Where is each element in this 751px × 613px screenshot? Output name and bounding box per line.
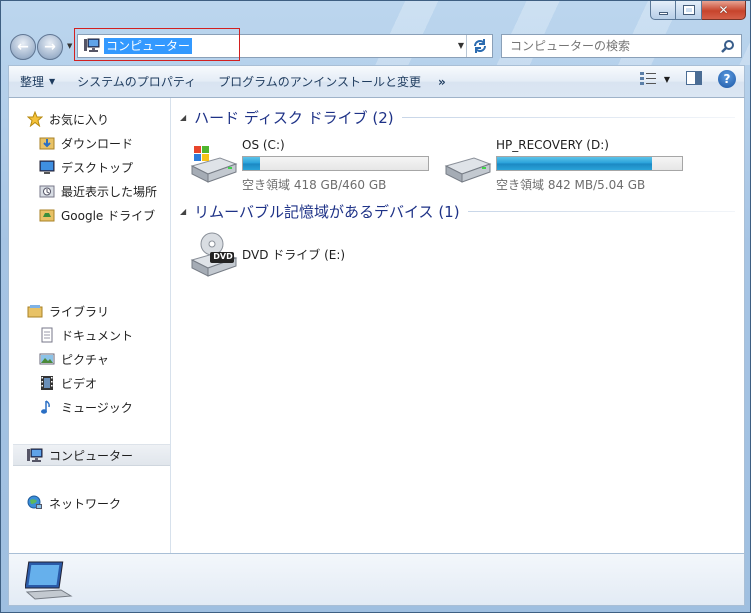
minimize-button[interactable]: [650, 1, 676, 20]
sidebar-item-label: ドキュメント: [61, 328, 134, 343]
drive-free-space: 空き領域 842 MB/5.04 GB: [496, 178, 646, 192]
drive-free-space: 空き領域 418 GB/460 GB: [242, 178, 387, 192]
computer-icon: [27, 447, 43, 463]
arrow-right-icon: →: [44, 39, 56, 55]
drive-name: OS (C:): [242, 138, 285, 152]
arrow-left-icon: ←: [17, 39, 29, 55]
videos-icon: [39, 375, 55, 391]
more-commands-button[interactable]: »: [432, 70, 452, 94]
group-header-label: ハード ディスク ドライブ (2): [194, 108, 394, 127]
sidebar-item-label: ビデオ: [61, 376, 98, 391]
sidebar-item-label: ダウンロード: [61, 136, 134, 151]
search-input[interactable]: [510, 39, 710, 53]
sidebar-item-label: 最近表示した場所: [61, 184, 158, 199]
group-header-label: リムーバブル記憶域があるデバイス (1): [194, 202, 460, 221]
navigation-bar: ← → ▼ コンピューター ▼: [1, 28, 750, 63]
drive-name: DVD ドライブ (E:): [242, 248, 346, 262]
library-icon: [27, 303, 43, 319]
sidebar-libraries-header[interactable]: ライブラリ: [27, 300, 189, 322]
windows-hard-drive-icon: [190, 144, 238, 187]
dvd-badge: DVD: [213, 252, 233, 261]
address-text[interactable]: コンピューター: [104, 38, 193, 54]
star-icon: [27, 111, 43, 127]
sidebar-item-computer[interactable]: コンピューター: [13, 444, 170, 466]
drive-usage-bar: [496, 156, 683, 171]
system-properties-button[interactable]: システムのプロパティ: [66, 70, 207, 94]
chevron-down-icon: ▼: [49, 77, 56, 86]
drive-d[interactable]: HP_RECOVERY (D:) 空き領域 842 MB/5.04 GB: [444, 138, 704, 192]
maximize-icon: [682, 5, 695, 15]
organize-label: 整理: [20, 75, 45, 89]
change-view-button[interactable]: ▼: [639, 72, 670, 86]
drive-name: HP_RECOVERY (D:): [496, 138, 609, 152]
caption-buttons: ✕: [650, 1, 746, 21]
more-commands-label: »: [438, 74, 446, 89]
google-drive-folder-icon: [39, 207, 55, 223]
close-button[interactable]: ✕: [702, 1, 746, 20]
sidebar-item-network[interactable]: ネットワーク: [27, 492, 189, 514]
sidebar-item-label: デスクトップ: [61, 160, 134, 175]
drive-c[interactable]: OS (C:) 空き領域 418 GB/460 GB: [190, 138, 450, 192]
group-divider: [467, 210, 735, 212]
uninstall-program-label: プログラムのアンインストールと変更: [218, 75, 422, 89]
sidebar-favorites-header[interactable]: お気に入り: [27, 108, 189, 130]
sidebar-libraries-label: ライブラリ: [49, 304, 110, 319]
uninstall-program-button[interactable]: プログラムのアンインストールと変更: [207, 70, 432, 94]
chevron-down-icon: ▼: [663, 74, 670, 84]
download-folder-icon: [39, 135, 55, 151]
navigation-pane: お気に入り ダウンロード デスクトップ 最近表示した場所 Google ドライブ…: [9, 98, 171, 553]
collapse-triangle-icon[interactable]: ◢: [180, 113, 186, 122]
sidebar-item-label: コンピューター: [49, 448, 134, 463]
network-icon: [27, 495, 43, 511]
system-properties-label: システムのプロパティ: [77, 75, 197, 89]
preview-pane-button[interactable]: [686, 70, 702, 88]
view-details-icon: [639, 72, 656, 85]
group-divider: [401, 116, 735, 118]
drive-usage-fill: [243, 157, 260, 170]
group-header-hard-disks[interactable]: ◢ ハード ディスク ドライブ (2): [180, 106, 735, 128]
drive-e[interactable]: DVD DVD ドライブ (E:): [190, 232, 450, 284]
recent-pages-chevron-down-icon[interactable]: ▼: [67, 42, 72, 50]
search-box[interactable]: [501, 34, 742, 58]
command-bar: 整理 ▼ システムのプロパティ プログラムのアンインストールと変更 » ▼ ?: [8, 65, 745, 98]
documents-icon: [39, 327, 55, 343]
hard-drive-icon: [444, 144, 492, 187]
main-pane: ◢ ハード ディスク ドライブ (2) OS (C:) 空き領域 418 GB/…: [172, 98, 745, 553]
help-icon[interactable]: ?: [718, 70, 736, 88]
desktop-icon: [39, 159, 55, 175]
back-button[interactable]: ←: [10, 34, 36, 60]
sidebar-item-label: ネットワーク: [49, 496, 122, 511]
close-icon: ✕: [718, 3, 729, 17]
content-area: お気に入り ダウンロード デスクトップ 最近表示した場所 Google ドライブ…: [8, 98, 745, 553]
recent-places-icon: [39, 183, 55, 199]
address-history-chevron-down-icon[interactable]: ▼: [458, 41, 464, 50]
toolbar-right-group: ▼ ?: [639, 70, 736, 88]
maximize-button[interactable]: [676, 1, 702, 20]
sidebar-favorites-label: お気に入り: [49, 112, 110, 127]
refresh-icon: [473, 39, 486, 53]
computer-icon: [84, 38, 100, 55]
minimize-icon: [658, 11, 668, 15]
group-header-removable[interactable]: ◢ リムーバブル記憶域があるデバイス (1): [180, 200, 735, 222]
sidebar-item-label: ミュージック: [61, 400, 133, 415]
details-pane: [8, 553, 745, 606]
computer-large-icon: [24, 560, 73, 603]
preview-pane-icon: [686, 70, 702, 85]
drive-usage-bar: [242, 156, 429, 171]
collapse-triangle-icon[interactable]: ◢: [180, 207, 186, 216]
sidebar-item-label: ピクチャ: [61, 352, 109, 367]
drive-usage-fill: [497, 157, 653, 170]
refresh-button[interactable]: [466, 35, 492, 57]
pictures-icon: [39, 351, 55, 367]
explorer-window: ✕ ← → ▼ コンピューター ▼ 整理 ▼ システムのプロパティ プログラムのア…: [0, 0, 751, 613]
organize-menu-button[interactable]: 整理 ▼: [9, 70, 66, 94]
sidebar-item-label: Google ドライブ: [61, 208, 156, 223]
music-icon: [39, 399, 55, 415]
forward-button[interactable]: →: [37, 34, 63, 60]
address-bar[interactable]: コンピューター ▼: [77, 34, 493, 58]
search-icon[interactable]: [721, 39, 735, 56]
